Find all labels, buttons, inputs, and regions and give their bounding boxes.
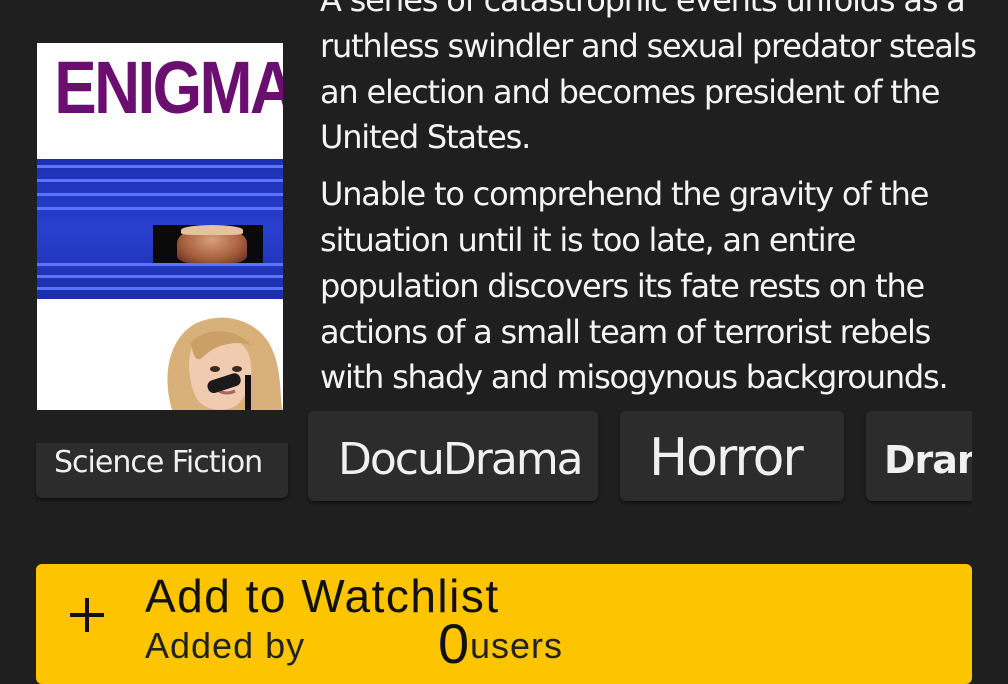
plus-icon [70,598,104,632]
poster-title: ENIGMA [54,46,283,129]
poster-blinds-image [37,159,283,299]
movie-poster[interactable]: ENIGMA [37,43,283,410]
synopsis-paragraph: A series of catastrophic events unfolds … [320,0,977,157]
singer-image [167,317,283,410]
movie-synopsis: A series of catastrophic events unfolds … [320,0,1000,401]
add-to-watchlist-button[interactable]: Add to Watchlist Added by 0 users [36,564,972,684]
genre-chip-docudrama[interactable]: DocuDrama [308,411,598,501]
users-label: users [470,625,564,666]
genre-chip-horror[interactable]: Horror [620,411,844,501]
genre-chip-science-fiction[interactable]: Science Fiction [36,438,288,498]
genre-chip-drama[interactable]: Drama [866,411,972,501]
added-by-label: Added by [145,625,306,666]
peeking-face-image [153,225,263,265]
watchlist-count: 0 [438,612,470,675]
synopsis-paragraph: Unable to comprehend the gravity of the … [320,175,949,397]
